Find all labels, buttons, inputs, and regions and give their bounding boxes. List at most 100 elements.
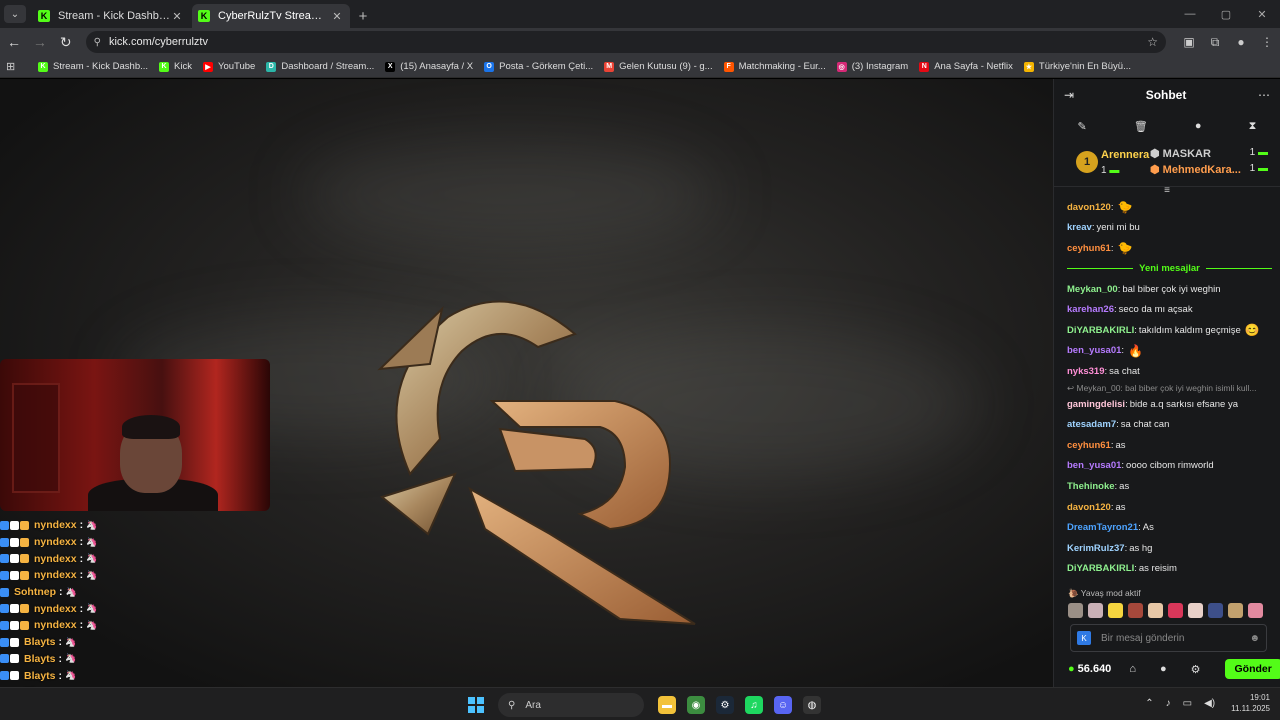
third-name[interactable]: ⬢ MehmedKara... (1150, 163, 1241, 176)
spotify-icon[interactable]: ♫ (745, 696, 763, 714)
bookmark-item[interactable]: D Dashboard / Stream... (266, 61, 374, 72)
emote-icon[interactable] (1208, 603, 1223, 618)
minimize-icon[interactable]: — (1172, 8, 1208, 20)
close-icon[interactable]: ✕ (170, 10, 184, 23)
trash-icon[interactable]: 🗑 (1134, 120, 1148, 133)
maximize-icon[interactable]: ▢ (1208, 8, 1244, 21)
chat-colon: : (1134, 324, 1137, 336)
close-icon[interactable]: ✕ (330, 10, 344, 23)
collapse-chat-icon[interactable]: ⇥ (1064, 88, 1074, 102)
chat-options-icon[interactable]: ⋯ (1258, 88, 1270, 102)
tab-cyberrulztv-stream[interactable]: K CyberRulzTv Stream - Watch Live ✕ (192, 4, 350, 28)
clock[interactable]: 19:01 11.11.2025 (1231, 692, 1270, 714)
pin-icon[interactable]: ✎ (1078, 120, 1087, 133)
bookmark-item[interactable]: N Ana Sayfa - Netflix (919, 61, 1013, 72)
bookmark-item[interactable]: K Stream - Kick Dashb... (38, 61, 148, 72)
emote-icon[interactable] (1188, 603, 1203, 618)
chat-message: ceyhun61: as (1067, 435, 1272, 456)
chat-username[interactable]: atesadam7 (1067, 419, 1116, 430)
leader-name[interactable]: Arennera (1101, 149, 1149, 161)
expand-leaderboard-icon[interactable]: ≡ (1054, 186, 1280, 197)
chat-username[interactable]: Thehinoke (1067, 481, 1115, 492)
chat-username[interactable]: nyks319 (1067, 366, 1105, 377)
overlay-username: nyndexx (34, 552, 77, 565)
bookmark-item[interactable]: O Posta - Görkem Çeti... (484, 61, 593, 72)
video-player[interactable]: nyndexx: 🦄 nyndexx: 🦄 nyndexx: 🦄 nyndexx: 🦄 Soht… (0, 79, 1053, 687)
emote-icon[interactable] (1068, 603, 1083, 618)
chevron-up-icon[interactable]: ⌃ (1145, 698, 1153, 709)
chat-username[interactable]: kreav (1067, 222, 1092, 233)
steam-icon[interactable]: ⚙ (716, 696, 734, 714)
chat-username[interactable]: DreamTayron21 (1067, 522, 1138, 533)
tab-search-button[interactable]: ⌄ (4, 5, 26, 23)
chat-username[interactable]: Meykan_00 (1067, 284, 1118, 295)
profile-avatar-icon[interactable]: ● (1228, 35, 1254, 50)
menu-kebab-icon[interactable]: ⋮ (1254, 35, 1280, 50)
bookmark-item[interactable]: F Matchmaking - Eur... (723, 61, 826, 72)
settings-gear-icon[interactable]: ⚙ (1191, 663, 1201, 676)
overlay-separator: : (58, 669, 63, 682)
chat-username[interactable]: ben_yusa01 (1067, 345, 1121, 356)
bookmark-item[interactable]: K Kick (159, 61, 192, 72)
chat-username[interactable]: davon120 (1067, 502, 1111, 513)
extensions-puzzle-icon[interactable]: ⧉ (1202, 35, 1228, 50)
bookmark-label: Stream - Kick Dashb... (53, 61, 149, 72)
emote-icon[interactable] (1248, 603, 1263, 618)
tab-strip: ⌄ K Stream - Kick Dashboard ✕ K CyberRul… (0, 0, 1280, 28)
speech-bubble-icon[interactable]: ● (1195, 120, 1202, 132)
send-button[interactable]: Gönder (1224, 659, 1280, 679)
bookmark-item[interactable]: ★ Türkiye'nin En Büyü... (1023, 61, 1131, 72)
windows-start-icon[interactable] (468, 697, 484, 713)
url-text[interactable]: kick.com/cyberrulztv (109, 36, 1147, 48)
tab-kick-dashboard[interactable]: K Stream - Kick Dashboard ✕ (32, 4, 190, 28)
microphone-icon[interactable]: ♪ (1166, 698, 1171, 709)
emote-icon[interactable] (1088, 603, 1103, 618)
channel-points[interactable]: ● 56.640 (1068, 663, 1111, 675)
apps-grid-icon[interactable]: ⊞ (6, 60, 22, 73)
overlay-badges (0, 637, 20, 647)
address-bar[interactable]: ⚲ kick.com/cyberrulztv ☆ (85, 31, 1166, 53)
chat-colon: : (1138, 522, 1141, 534)
second-name[interactable]: ⬢ MASKAR (1150, 147, 1211, 160)
bookmark-item[interactable]: M Gelen Kutusu (9) - g... (604, 61, 713, 72)
bookmark-item[interactable]: ▶ YouTube (202, 61, 255, 72)
emote-icon[interactable] (1108, 603, 1123, 618)
chat-username[interactable]: DiYARBAKIRLI (1067, 563, 1134, 574)
store-icon[interactable]: ⌂ (1129, 663, 1136, 675)
close-window-icon[interactable]: ✕ (1244, 8, 1280, 21)
emoji-icon[interactable]: ☻ (1249, 633, 1260, 644)
chat-username[interactable]: ceyhun61 (1067, 243, 1111, 254)
bookmark-item[interactable]: X (15) Anasayfa / X (385, 61, 473, 72)
chat-username[interactable]: karehan26 (1067, 304, 1114, 315)
emote-icon[interactable] (1148, 603, 1163, 618)
emote-icon[interactable] (1168, 603, 1183, 618)
back-icon[interactable]: ← (2, 34, 26, 50)
obs-icon[interactable]: ◍ (803, 696, 821, 714)
chat-username[interactable]: DiYARBAKIRLI (1067, 325, 1134, 336)
site-info-icon[interactable]: ⚲ (94, 37, 101, 48)
chat-username[interactable]: davon120 (1067, 202, 1111, 213)
chat-bubble-icon[interactable]: ● (1160, 663, 1167, 675)
emote-icon[interactable] (1128, 603, 1143, 618)
bookmark-star-icon[interactable]: ☆ (1147, 35, 1158, 49)
extension-icon[interactable]: ▣ (1176, 35, 1202, 50)
file-explorer-icon[interactable]: ▬ (658, 696, 676, 714)
tab-title: Stream - Kick Dashboard (58, 10, 170, 22)
chat-input[interactable]: K Bir mesaj gönderin ☻ (1070, 624, 1267, 652)
chat-username[interactable]: gamingdelisi (1067, 399, 1125, 410)
forward-icon[interactable]: → (28, 34, 52, 50)
discord-icon[interactable]: ☺ (774, 696, 792, 714)
chat-username[interactable]: KerimRulz37 (1067, 543, 1125, 554)
reload-icon[interactable]: ↻ (54, 34, 78, 51)
chat-username[interactable]: ceyhun61 (1067, 440, 1111, 451)
bookmark-item[interactable]: ◎ (3) Instagram (836, 61, 908, 72)
chat-username[interactable]: ben_yusa01 (1067, 460, 1121, 471)
hourglass-icon[interactable]: ⧗ (1249, 120, 1257, 133)
emote-icon[interactable] (1228, 603, 1243, 618)
chat-text: as (1115, 501, 1126, 513)
new-tab-button[interactable]: + (352, 4, 374, 28)
network-icon[interactable]: ▭ (1183, 698, 1192, 709)
chrome-icon[interactable]: ◉ (687, 696, 705, 714)
volume-icon[interactable]: ◀) (1204, 698, 1215, 709)
taskbar-search[interactable]: ⚲ Ara (498, 693, 644, 717)
